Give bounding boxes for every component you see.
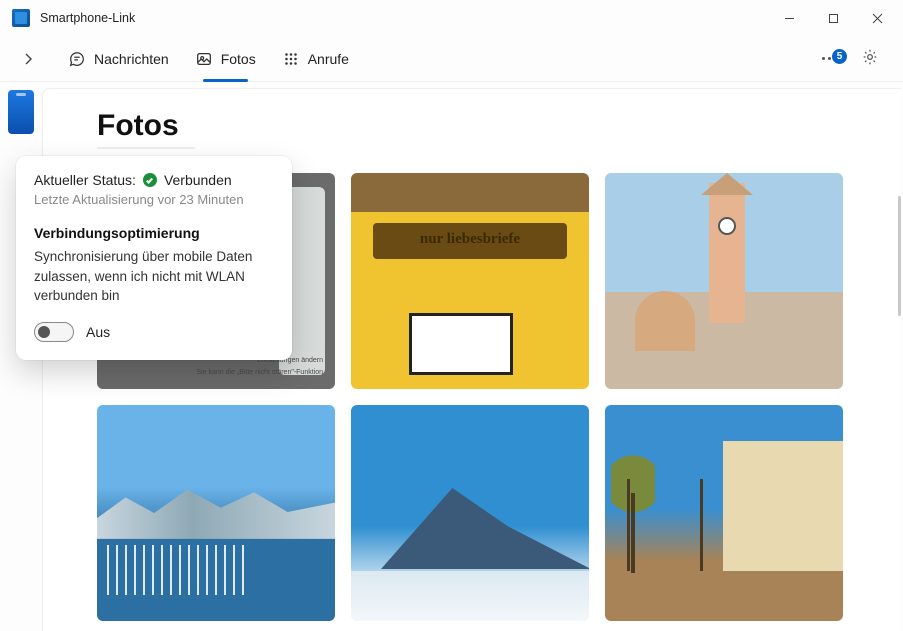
settings-button[interactable] bbox=[851, 42, 889, 75]
toggle-label: Aus bbox=[86, 324, 110, 340]
photo-thumbnail[interactable] bbox=[605, 173, 843, 389]
titlebar: Smartphone-Link bbox=[0, 0, 903, 36]
photos-icon bbox=[195, 50, 213, 68]
tab-label: Fotos bbox=[221, 51, 256, 67]
device-thumbnail[interactable] bbox=[8, 90, 34, 134]
app-title: Smartphone-Link bbox=[40, 11, 135, 25]
scrollbar[interactable] bbox=[898, 196, 901, 316]
nav-tabs: Nachrichten Fotos Anrufe 5 bbox=[0, 36, 903, 82]
dialpad-icon bbox=[282, 50, 300, 68]
back-button[interactable] bbox=[14, 45, 42, 73]
flyout-heading: Verbindungsoptimierung bbox=[34, 225, 274, 241]
tab-label: Nachrichten bbox=[94, 51, 169, 67]
tab-label: Anrufe bbox=[308, 51, 349, 67]
flyout-description: Synchronisierung über mobile Daten zulas… bbox=[34, 247, 274, 306]
minimize-button[interactable] bbox=[767, 3, 811, 33]
tab-calls[interactable]: Anrufe bbox=[272, 44, 359, 74]
toggle-row: Aus bbox=[34, 322, 274, 342]
photo-thumbnail[interactable] bbox=[97, 405, 335, 621]
page-title: Fotos bbox=[97, 109, 883, 143]
check-icon bbox=[143, 173, 157, 187]
status-subline: Letzte Aktualisierung vor 23 Minuten bbox=[34, 192, 274, 207]
tab-photos[interactable]: Fotos bbox=[185, 44, 266, 74]
close-button[interactable] bbox=[855, 3, 899, 33]
photo-caption: nur liebesbriefe bbox=[351, 231, 589, 248]
chat-icon bbox=[68, 50, 86, 68]
photo-thumbnail[interactable]: nur liebesbriefe bbox=[351, 173, 589, 389]
window-controls bbox=[767, 3, 899, 33]
gear-icon bbox=[861, 48, 879, 66]
notification-badge: 5 bbox=[832, 49, 847, 64]
photo-thumbnail[interactable] bbox=[605, 405, 843, 621]
photo-thumbnail[interactable] bbox=[351, 405, 589, 621]
divider bbox=[97, 147, 195, 149]
status-flyout: Aktueller Status: Verbunden Letzte Aktua… bbox=[16, 156, 292, 360]
status-label: Aktueller Status: bbox=[34, 172, 136, 188]
status-value: Verbunden bbox=[164, 172, 232, 188]
mobile-data-toggle[interactable] bbox=[34, 322, 74, 342]
more-button[interactable]: 5 bbox=[814, 53, 845, 64]
status-row: Aktueller Status: Verbunden bbox=[34, 172, 274, 188]
tab-messages[interactable]: Nachrichten bbox=[58, 44, 179, 74]
maximize-button[interactable] bbox=[811, 3, 855, 33]
app-icon bbox=[12, 9, 30, 27]
